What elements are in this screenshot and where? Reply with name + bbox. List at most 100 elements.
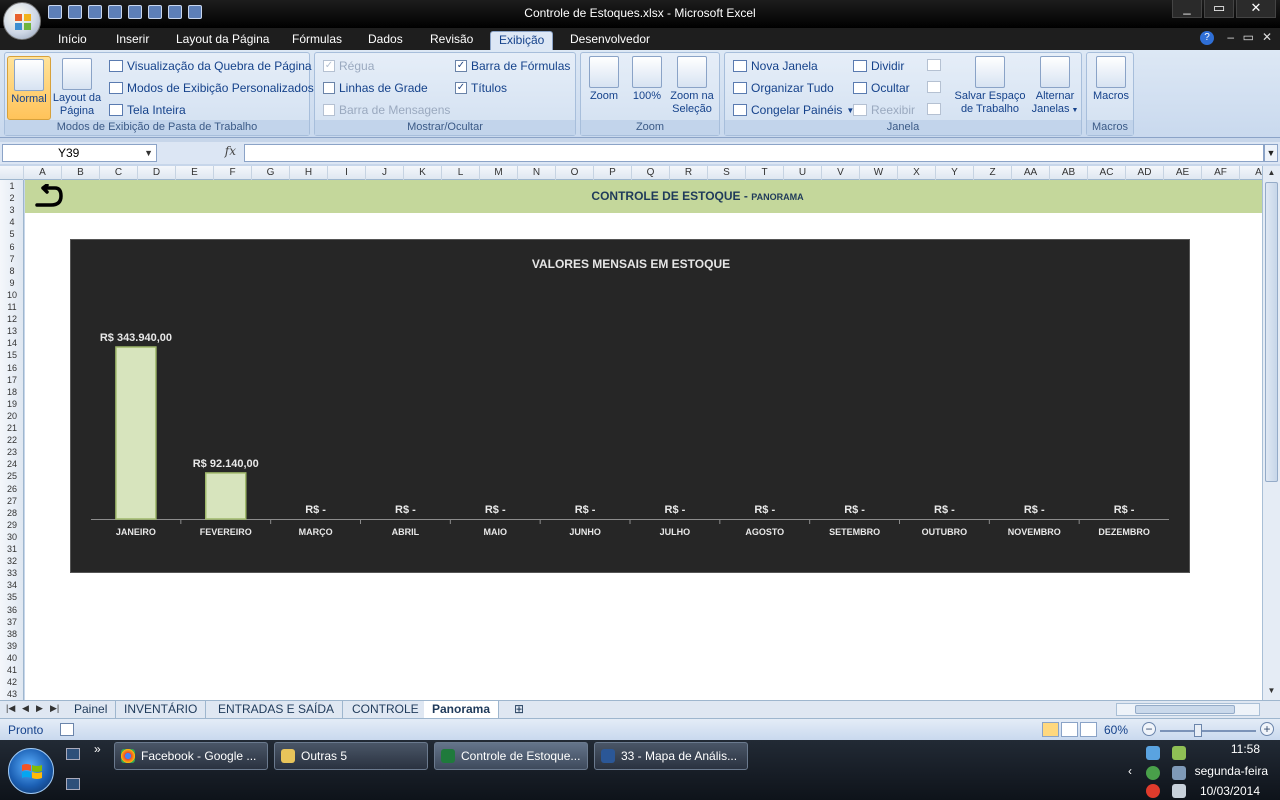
gridlines-checkbox[interactable]: Linhas de Grade	[323, 81, 428, 95]
taskbar-button-word[interactable]: 33 - Mapa de Anális...	[594, 742, 748, 770]
zoom-button[interactable]: Zoom	[585, 56, 623, 103]
row-header[interactable]: 31	[0, 543, 23, 555]
zoom-selection-button[interactable]: Zoom na Seleção	[667, 56, 717, 116]
row-header[interactable]: 18	[0, 386, 23, 398]
tab-layout[interactable]: Layout da Página	[168, 31, 277, 50]
name-box[interactable]: Y39 ▼	[2, 144, 157, 162]
sheet-tab-entradas[interactable]: ENTRADAS E SAÍDA	[210, 701, 344, 718]
tab-inicio[interactable]: Início	[50, 31, 95, 50]
chart-bar[interactable]	[115, 346, 157, 520]
restore-button[interactable]: ▭	[1204, 0, 1234, 18]
zoom-level[interactable]: 60%	[1104, 723, 1128, 737]
row-header[interactable]: 26	[0, 483, 23, 495]
row-header[interactable]: 11	[0, 301, 23, 313]
row-header[interactable]: 5	[0, 228, 23, 240]
network-icon[interactable]	[1146, 766, 1160, 780]
row-header[interactable]: 33	[0, 567, 23, 579]
ribbon-restore-icon[interactable]: ▭	[1243, 30, 1254, 44]
tab-dados[interactable]: Dados	[360, 31, 411, 50]
formula-input[interactable]	[244, 144, 1264, 162]
zoom-100-button[interactable]: 100%	[627, 56, 667, 103]
row-header[interactable]: 35	[0, 591, 23, 603]
alert-icon[interactable]	[1146, 784, 1160, 798]
column-header[interactable]: J	[366, 166, 404, 180]
column-header[interactable]: N	[518, 166, 556, 180]
normal-view-icon[interactable]	[1042, 722, 1059, 737]
row-header[interactable]: 32	[0, 555, 23, 567]
column-header[interactable]: L	[442, 166, 480, 180]
column-header[interactable]: S	[708, 166, 746, 180]
full-screen-button[interactable]: Tela Inteira	[109, 103, 186, 117]
row-header[interactable]: 23	[0, 446, 23, 458]
reset-position-icon[interactable]	[927, 103, 941, 115]
row-header[interactable]: 4	[0, 216, 23, 228]
first-sheet-icon[interactable]: |◀	[6, 703, 15, 714]
volume-icon[interactable]	[1172, 784, 1186, 798]
normal-view-button[interactable]: Normal	[7, 56, 51, 120]
column-header[interactable]: D	[138, 166, 176, 180]
column-header[interactable]: Z	[974, 166, 1012, 180]
row-header[interactable]: 29	[0, 519, 23, 531]
start-button[interactable]	[8, 748, 54, 794]
message-bar-checkbox[interactable]: Barra de Mensagens	[323, 103, 450, 117]
chart-bar[interactable]	[205, 472, 247, 520]
column-header[interactable]: R	[670, 166, 708, 180]
show-desktop-icon[interactable]	[66, 748, 80, 760]
row-header[interactable]: 28	[0, 507, 23, 519]
hide-button[interactable]: Ocultar	[853, 81, 910, 95]
split-button[interactable]: Dividir	[853, 59, 904, 73]
column-header[interactable]: Y	[936, 166, 974, 180]
help-icon[interactable]: ?	[1200, 31, 1214, 45]
row-header[interactable]: 9	[0, 277, 23, 289]
row-header[interactable]: 17	[0, 374, 23, 386]
battery-icon[interactable]	[1172, 746, 1186, 760]
zoom-in-icon[interactable]: +	[1260, 722, 1274, 736]
monitor-icon[interactable]	[1172, 766, 1186, 780]
macros-button[interactable]: Macros	[1089, 56, 1133, 103]
row-header[interactable]: 36	[0, 604, 23, 616]
sheet-tab-inventario[interactable]: INVENTÁRIO	[116, 701, 207, 718]
column-header[interactable]: U	[784, 166, 822, 180]
horizontal-scrollbar[interactable]	[1116, 703, 1260, 716]
page-layout-button[interactable]: Layout da Página	[51, 56, 103, 118]
column-header[interactable]: A	[24, 166, 62, 180]
column-header[interactable]: P	[594, 166, 632, 180]
show-hidden-icons[interactable]: ‹	[1128, 764, 1132, 778]
sheet-tab-painel[interactable]: Painel	[66, 701, 117, 718]
tab-desenvolvedor[interactable]: Desenvolvedor	[562, 31, 658, 50]
dropbox-icon[interactable]	[1146, 746, 1160, 760]
row-header[interactable]: 8	[0, 265, 23, 277]
row-header[interactable]: 42	[0, 676, 23, 688]
save-workspace-button[interactable]: Salvar Espaço de Trabalho	[953, 56, 1027, 116]
row-header[interactable]: 3	[0, 204, 23, 216]
ruler-checkbox[interactable]: ✓ Régua	[323, 59, 374, 73]
page-break-view-icon[interactable]	[1080, 722, 1097, 737]
column-header[interactable]: O	[556, 166, 594, 180]
column-header[interactable]: AC	[1088, 166, 1126, 180]
zoom-slider-knob[interactable]	[1194, 724, 1202, 737]
column-header[interactable]: B	[62, 166, 100, 180]
switch-windows-button[interactable]: Alternar Janelas ▼	[1029, 56, 1081, 117]
row-header[interactable]: 22	[0, 434, 23, 446]
row-header[interactable]: 43	[0, 688, 23, 700]
column-header[interactable]: V	[822, 166, 860, 180]
insert-sheet-icon[interactable]: ⊞	[506, 701, 532, 718]
formula-bar-checkbox[interactable]: ✓ Barra de Fórmulas	[455, 59, 570, 73]
page-layout-view-icon[interactable]	[1061, 722, 1078, 737]
column-header[interactable]: X	[898, 166, 936, 180]
worksheet[interactable]: CONTROLE DE ESTOQUE - PANORAMA VALORES M…	[25, 180, 1262, 700]
column-header[interactable]: G	[252, 166, 290, 180]
scroll-down-icon[interactable]: ▼	[1265, 686, 1278, 698]
row-header[interactable]: 14	[0, 337, 23, 349]
next-sheet-icon[interactable]: ▶	[36, 703, 43, 714]
row-header[interactable]: 10	[0, 289, 23, 301]
column-header[interactable]: M	[480, 166, 518, 180]
row-header[interactable]: 37	[0, 616, 23, 628]
custom-views-button[interactable]: Modos de Exibição Personalizados	[109, 81, 314, 95]
row-header[interactable]: 34	[0, 579, 23, 591]
last-sheet-icon[interactable]: ▶|	[50, 703, 59, 714]
desktop-icon[interactable]	[66, 778, 80, 790]
tab-formulas[interactable]: Fórmulas	[284, 31, 350, 50]
page-break-button[interactable]: Visualização da Quebra de Página	[109, 59, 312, 73]
vertical-scrollbar[interactable]: ▲ ▼	[1262, 166, 1280, 700]
